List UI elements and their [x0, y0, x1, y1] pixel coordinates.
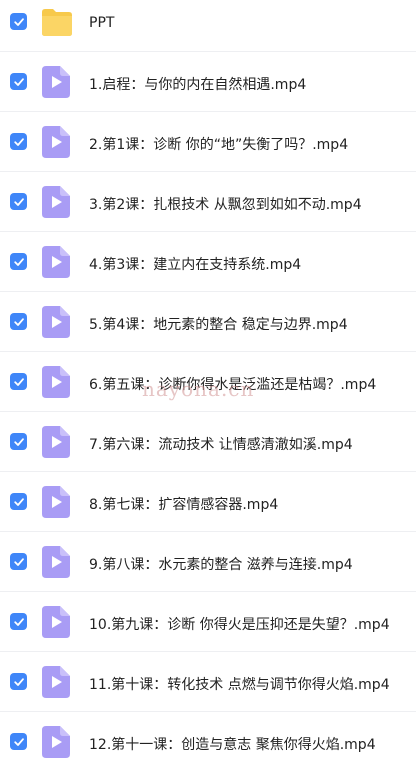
item-checkbox[interactable] [10, 73, 27, 90]
item-checkbox[interactable] [10, 133, 27, 150]
check-icon [13, 377, 24, 386]
file-name: 11.第十课：转化技术 点燃与调节你得火焰.mp4 [89, 677, 390, 693]
file-name: 7.第六课：流动技术 让情感清澈如溪.mp4 [89, 437, 353, 453]
item-checkbox[interactable] [10, 13, 27, 30]
check-icon [13, 497, 24, 506]
file-name: 6.第五课：诊断你得水是泛滥还是枯竭？.mp4 [89, 377, 377, 393]
check-icon [13, 197, 24, 206]
video-file-icon [42, 366, 70, 398]
check-icon [13, 617, 24, 626]
video-file-icon [42, 426, 70, 458]
check-icon [13, 17, 24, 26]
video-file-icon [42, 666, 70, 698]
item-checkbox[interactable] [10, 673, 27, 690]
check-icon [13, 77, 24, 86]
video-file-icon [42, 726, 70, 758]
list-item[interactable]: 7.第六课：流动技术 让情感清澈如溪.mp4 [0, 412, 416, 472]
list-item[interactable]: 3.第2课：扎根技术 从飘忽到如如不动.mp4 [0, 172, 416, 232]
file-name: 9.第八课：水元素的整合 滋养与连接.mp4 [89, 557, 353, 573]
check-icon [13, 737, 24, 746]
item-checkbox[interactable] [10, 373, 27, 390]
list-item[interactable]: 5.第4课：地元素的整合 稳定与边界.mp4 [0, 292, 416, 352]
check-icon [13, 257, 24, 266]
video-file-icon [42, 306, 70, 338]
file-name: 12.第十一课：创造与意志 聚焦你得火焰.mp4 [89, 737, 376, 753]
file-name: 5.第4课：地元素的整合 稳定与边界.mp4 [89, 317, 348, 333]
check-icon [13, 137, 24, 146]
video-file-icon [42, 126, 70, 158]
check-icon [13, 557, 24, 566]
file-name: 4.第3课：建立内在支持系统.mp4 [89, 257, 302, 273]
item-checkbox[interactable] [10, 313, 27, 330]
list-item[interactable]: 12.第十一课：创造与意志 聚焦你得火焰.mp4 [0, 712, 416, 772]
item-checkbox[interactable] [10, 493, 27, 510]
list-item[interactable]: 2.第1课：诊断 你的“地”失衡了吗？.mp4 [0, 112, 416, 172]
file-name: 1.启程：与你的内在自然相遇.mp4 [89, 77, 307, 93]
file-name: 8.第七课：扩容情感容器.mp4 [89, 497, 279, 513]
item-checkbox[interactable] [10, 193, 27, 210]
list-item[interactable]: 1.启程：与你的内在自然相遇.mp4 [0, 52, 416, 112]
video-file-icon [42, 186, 70, 218]
check-icon [13, 317, 24, 326]
video-file-icon [42, 246, 70, 278]
video-file-icon [42, 606, 70, 638]
item-checkbox[interactable] [10, 433, 27, 450]
file-name: PPT [89, 15, 115, 31]
list-item[interactable]: 8.第七课：扩容情感容器.mp4 [0, 472, 416, 532]
list-item[interactable]: 6.第五课：诊断你得水是泛滥还是枯竭？.mp4 [0, 352, 416, 412]
item-checkbox[interactable] [10, 253, 27, 270]
item-checkbox[interactable] [10, 553, 27, 570]
file-name: 3.第2课：扎根技术 从飘忽到如如不动.mp4 [89, 197, 362, 213]
item-checkbox[interactable] [10, 733, 27, 750]
item-checkbox[interactable] [10, 613, 27, 630]
list-item[interactable]: 4.第3课：建立内在支持系统.mp4 [0, 232, 416, 292]
video-file-icon [42, 546, 70, 578]
file-list: PPT 1.启程：与你的内在自然相遇.mp4 2.第1课：诊断 你的“地”失衡了… [0, 0, 416, 772]
check-icon [13, 677, 24, 686]
list-item[interactable]: 11.第十课：转化技术 点燃与调节你得火焰.mp4 [0, 652, 416, 712]
list-item[interactable]: 10.第九课：诊断 你得火是压抑还是失望？.mp4 [0, 592, 416, 652]
file-name: 10.第九课：诊断 你得火是压抑还是失望？.mp4 [89, 617, 390, 633]
file-name: 2.第1课：诊断 你的“地”失衡了吗？.mp4 [89, 137, 349, 153]
video-file-icon [42, 66, 70, 98]
list-item[interactable]: PPT [0, 0, 416, 52]
folder-icon [42, 9, 72, 36]
video-file-icon [42, 486, 70, 518]
check-icon [13, 437, 24, 446]
list-item[interactable]: 9.第八课：水元素的整合 滋养与连接.mp4 [0, 532, 416, 592]
